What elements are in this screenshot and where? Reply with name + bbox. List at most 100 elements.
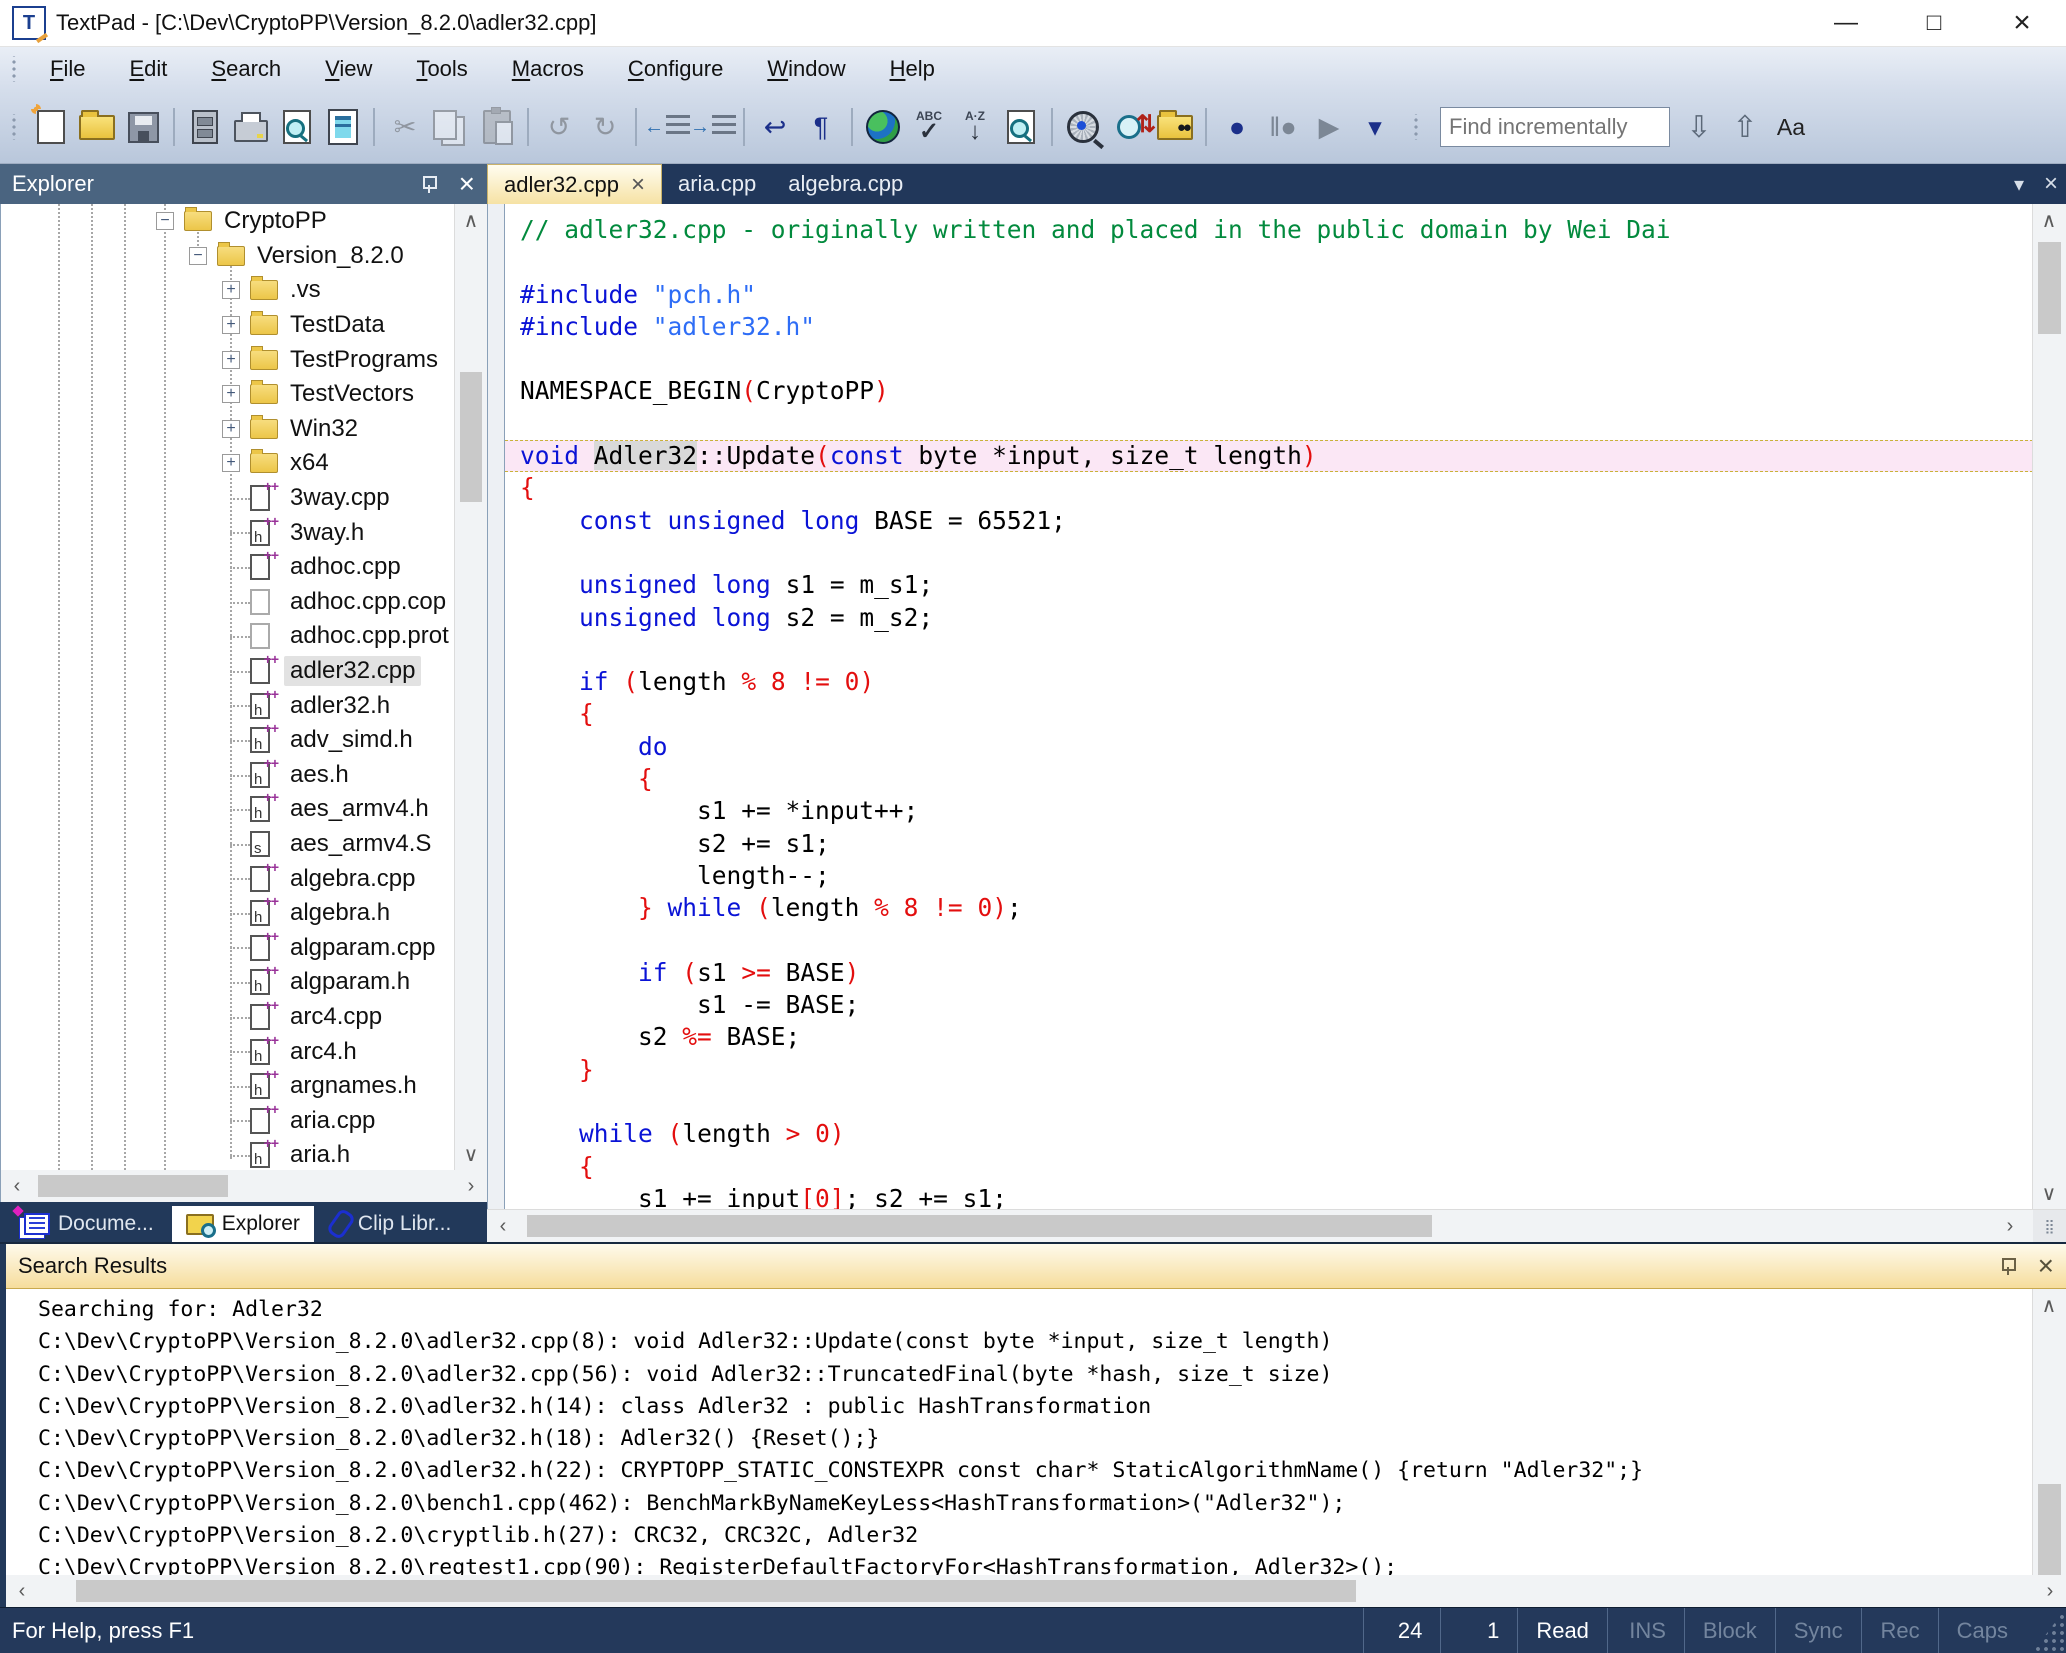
code-line[interactable]: s2 += s1; <box>505 828 2033 860</box>
expand-icon[interactable]: + <box>222 419 240 438</box>
tree-item-label[interactable]: Version_8.2.0 <box>251 241 410 271</box>
tree-folder-x64[interactable]: + x64 <box>1 446 487 481</box>
tree-file-arc4.cpp[interactable]: ++ arc4.cpp <box>1 997 487 1035</box>
code-line[interactable]: #include "pch.h" <box>505 279 2033 311</box>
code-line[interactable]: length--; <box>505 860 2033 892</box>
explorer-hscroll-thumb[interactable] <box>38 1175 228 1197</box>
tree-item-label[interactable]: aria.h <box>284 1140 356 1170</box>
code-line[interactable] <box>505 408 2033 440</box>
expand-icon[interactable]: + <box>222 281 240 300</box>
menu-file[interactable]: File <box>34 52 101 86</box>
play-macro-icon[interactable]: ▶ <box>1306 104 1352 150</box>
tree-file-aria.cpp[interactable]: ++ aria.cpp <box>1 1101 487 1138</box>
tree-item-label[interactable]: arc4.cpp <box>284 1002 388 1032</box>
menu-help[interactable]: Help <box>874 52 951 86</box>
panel-splitter[interactable] <box>487 204 505 1209</box>
close-panel-icon[interactable]: × <box>2038 1252 2054 1280</box>
menu-search[interactable]: Search <box>195 52 297 86</box>
tree-file-3way.cpp[interactable]: ++ 3way.cpp <box>1 478 487 516</box>
code-line[interactable]: while (length > 0) <box>505 1118 2033 1150</box>
close-button[interactable]: × <box>1978 0 2066 46</box>
tree-folder-Version_8.2.0[interactable]: − Version_8.2.0 <box>1 239 487 274</box>
browse-web-icon[interactable] <box>860 104 906 150</box>
toolbar-overflow-icon[interactable]: ▾ <box>1352 104 1398 150</box>
results-vertical-scrollbar[interactable]: ∧ <box>2032 1289 2066 1575</box>
expand-icon[interactable]: + <box>222 385 240 404</box>
document-tab-algebra.cpp[interactable]: algebra.cpp <box>772 164 919 204</box>
tree-item-label[interactable]: adhoc.cpp <box>284 552 407 582</box>
document-properties-icon[interactable] <box>320 104 366 150</box>
scroll-right-icon[interactable]: › <box>455 1170 487 1202</box>
find-icon[interactable] <box>1060 104 1106 150</box>
tree-file-3way.h[interactable]: ++ h 3way.h <box>1 513 487 550</box>
menu-configure[interactable]: Configure <box>612 52 739 86</box>
code-line[interactable]: } <box>505 1054 2033 1086</box>
record-macro-icon[interactable]: ● <box>1214 104 1260 150</box>
tree-item-label[interactable]: TestData <box>284 310 391 340</box>
maximize-button[interactable]: □ <box>1890 0 1978 46</box>
tree-file-adler32.h[interactable]: ++ h adler32.h <box>1 686 487 723</box>
code-line[interactable]: unsigned long s1 = m_s1; <box>505 569 2033 601</box>
new-document-icon[interactable] <box>28 104 74 150</box>
tree-item-label[interactable]: argnames.h <box>284 1071 423 1101</box>
code-line[interactable] <box>505 246 2033 278</box>
close-document-icon[interactable]: × <box>2044 170 2058 198</box>
tree-item-label[interactable]: adler32.cpp <box>284 656 422 687</box>
code-line[interactable]: s1 -= BASE; <box>505 989 2033 1021</box>
print-icon[interactable] <box>228 104 274 150</box>
unindent-icon[interactable]: ← <box>644 104 690 150</box>
find-toolbar-grip[interactable] <box>1412 114 1420 140</box>
explorer-horizontal-scrollbar[interactable]: ‹ › <box>0 1170 487 1202</box>
tree-file-aes_armv4.S[interactable]: s aes_armv4.S <box>1 827 487 862</box>
code-line[interactable]: if (length % 8 != 0) <box>505 666 2033 698</box>
tree-file-adler32.cpp[interactable]: ++ adler32.cpp <box>1 651 487 689</box>
find-next-icon[interactable]: ⇩ <box>1676 110 1722 145</box>
code-line[interactable]: s1 += *input++; <box>505 795 2033 827</box>
editor-vertical-scrollbar[interactable]: ∧ ∨ <box>2032 204 2066 1209</box>
code-line[interactable] <box>505 1086 2033 1118</box>
scroll-right-icon[interactable]: › <box>2034 1575 2066 1607</box>
scroll-left-icon[interactable]: ‹ <box>1 1170 33 1202</box>
tree-file-algparam.cpp[interactable]: ++ algparam.cpp <box>1 928 487 965</box>
code-line[interactable]: { <box>505 763 2033 795</box>
print-preview-icon[interactable] <box>274 104 320 150</box>
search-result-line[interactable]: C:\Dev\CryptoPP\Version_8.2.0\adler32.cp… <box>6 1326 2033 1358</box>
search-result-line[interactable]: C:\Dev\CryptoPP\Version_8.2.0\adler32.h(… <box>6 1423 2033 1455</box>
tree-file-adhoc.cpp.prot[interactable]: adhoc.cpp.prot <box>1 619 487 654</box>
editor-hscroll-thumb[interactable] <box>527 1215 1432 1237</box>
code-line[interactable]: NAMESPACE_BEGIN(CryptoPP) <box>505 375 2033 407</box>
tree-item-label[interactable]: .vs <box>284 275 327 305</box>
search-results-body[interactable]: Searching for: Adler32 C:\Dev\CryptoPP\Ve… <box>6 1289 2066 1575</box>
tree-folder-TestPrograms[interactable]: + TestPrograms <box>1 342 487 377</box>
tree-item-label[interactable]: arc4.h <box>284 1037 363 1067</box>
code-line[interactable] <box>505 343 2033 375</box>
scroll-down-icon[interactable]: ∨ <box>2033 1177 2065 1209</box>
panel-tab-clip[interactable]: Clip Libr... <box>318 1206 465 1242</box>
search-result-line[interactable]: C:\Dev\CryptoPP\Version_8.2.0\adler32.cp… <box>6 1359 2033 1391</box>
tree-item-label[interactable]: 3way.cpp <box>284 483 396 513</box>
find-previous-icon[interactable]: ⇧ <box>1722 110 1768 145</box>
search-result-line[interactable]: C:\Dev\CryptoPP\Version_8.2.0\adler32.h(… <box>6 1391 2033 1423</box>
indent-icon[interactable]: → <box>690 104 736 150</box>
search-result-line[interactable]: C:\Dev\CryptoPP\Version_8.2.0\bench1.cpp… <box>6 1488 2033 1520</box>
scroll-left-icon[interactable]: ‹ <box>6 1575 38 1607</box>
code-line[interactable]: { <box>505 1151 2033 1183</box>
minimize-button[interactable]: — <box>1802 0 1890 46</box>
tree-item-label[interactable]: Win32 <box>284 414 364 444</box>
save-file-icon[interactable] <box>120 104 166 150</box>
code-line[interactable]: do <box>505 731 2033 763</box>
tree-file-argnames.h[interactable]: ++ h argnames.h <box>1 1066 487 1104</box>
close-panel-icon[interactable]: × <box>459 170 475 198</box>
tree-folder-Win32[interactable]: + Win32 <box>1 412 487 447</box>
tree-item-label[interactable]: aes_armv4.h <box>284 794 435 824</box>
file-manager-icon[interactable] <box>182 104 228 150</box>
tree-item-label[interactable]: aria.cpp <box>284 1106 381 1136</box>
document-tab-aria.cpp[interactable]: aria.cpp <box>662 164 772 204</box>
tree-item-label[interactable]: algebra.cpp <box>284 864 421 894</box>
tree-item-label[interactable]: aes_armv4.S <box>284 829 437 859</box>
tree-folder-CryptoPP[interactable]: − CryptoPP <box>1 204 487 239</box>
tree-file-arc4.h[interactable]: ++ h arc4.h <box>1 1032 487 1069</box>
panel-tab-documents[interactable]: Docume... <box>10 1206 168 1242</box>
find-in-files-icon[interactable]: ●● <box>1152 104 1198 150</box>
code-line[interactable] <box>505 634 2033 666</box>
